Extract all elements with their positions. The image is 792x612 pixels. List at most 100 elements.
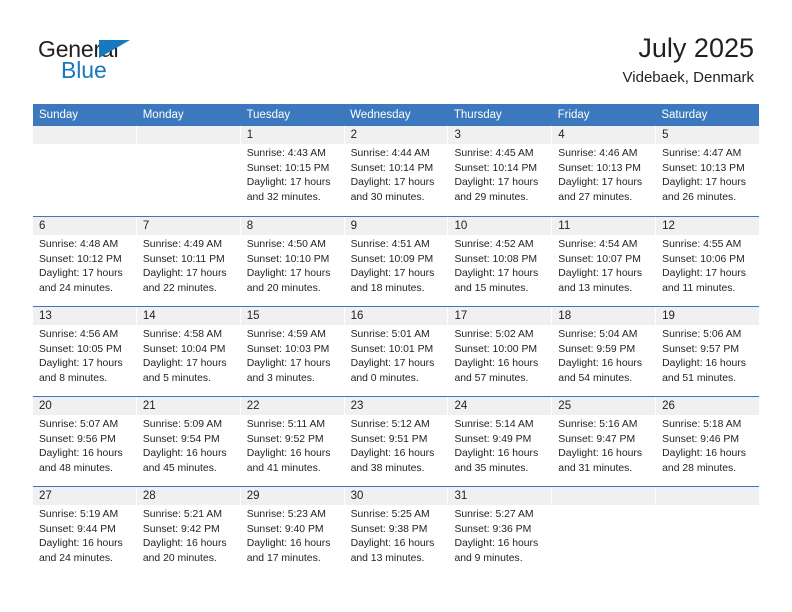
calendar-day-cell[interactable]: 21 Sunrise: 5:09 AM Sunset: 9:54 PM Dayligh… [135, 397, 240, 486]
day-detail-line: and 15 minutes. [454, 282, 529, 294]
page-header: General Blue July 2025 Videbaek, Denmark [0, 0, 792, 104]
day-number: 28 [136, 487, 240, 505]
day-details: Sunrise: 4:59 AM Sunset: 10:03 PM Daylight… [241, 325, 344, 386]
calendar-day-cell[interactable]: 8 Sunrise: 4:50 AM Sunset: 10:10 PM Dayligh… [239, 217, 344, 306]
day-detail-line: Daylight: 16 hours [662, 358, 746, 370]
day-detail-line: and 51 minutes. [662, 372, 737, 384]
day-details: Sunrise: 5:01 AM Sunset: 10:01 PM Daylight… [345, 325, 448, 386]
day-detail-line: Daylight: 16 hours [454, 538, 539, 550]
calendar-day-cell[interactable]: 26 Sunrise: 5:18 AM Sunset: 9:46 PM Dayligh… [655, 397, 760, 486]
day-detail-line: Daylight: 16 hours [350, 538, 435, 550]
calendar-day-cell[interactable]: 30 Sunrise: 5:25 AM Sunset: 9:38 PM Dayligh… [343, 487, 448, 576]
day-number: 8 [240, 217, 344, 235]
weekday-header-thursday: Thursday [453, 109, 502, 121]
day-detail-line: Sunset: 9:44 PM [39, 523, 116, 535]
day-number: 29 [240, 487, 344, 505]
day-detail-line: Sunrise: 4:48 AM [39, 239, 119, 250]
calendar-day-cell[interactable]: 7 Sunrise: 4:49 AM Sunset: 10:11 PM Dayligh… [135, 217, 240, 306]
day-details: Sunrise: 4:49 AM Sunset: 10:11 PM Daylight… [137, 235, 240, 296]
calendar-day-cell[interactable]: 16 Sunrise: 5:01 AM Sunset: 10:01 PM Daylig… [343, 307, 448, 396]
day-number: 12 [656, 217, 760, 235]
day-detail-line: and 28 minutes. [662, 462, 737, 474]
day-details: Sunrise: 5:23 AM Sunset: 9:40 PM Daylight:… [241, 505, 344, 566]
logo-text-blue: Blue [61, 57, 107, 83]
day-details: Sunrise: 4:48 AM Sunset: 10:12 PM Daylight… [33, 235, 136, 296]
day-detail-line: Sunrise: 5:19 AM [39, 509, 119, 520]
day-details: Sunrise: 5:18 AM Sunset: 9:46 PM Daylight:… [656, 415, 759, 476]
day-detail-line: and 0 minutes. [350, 372, 419, 384]
calendar-day-cell[interactable]: 14 Sunrise: 4:58 AM Sunset: 10:04 PM Daylig… [135, 307, 240, 396]
day-number: 30 [344, 487, 448, 505]
day-detail-line: Sunset: 9:47 PM [558, 433, 636, 445]
day-number: 23 [344, 397, 448, 415]
calendar-day-cell[interactable]: 10 Sunrise: 4:52 AM Sunset: 10:08 PM Daylig… [447, 217, 552, 306]
day-detail-line: Sunrise: 5:21 AM [142, 509, 222, 520]
calendar-week-row: 1 Sunrise: 4:43 AM Sunset: 10:15 PM Dayligh… [33, 126, 760, 216]
calendar-day-cell[interactable]: 24 Sunrise: 5:14 AM Sunset: 9:49 PM Dayligh… [447, 397, 552, 486]
day-detail-line: Daylight: 17 hours [142, 268, 227, 280]
calendar-day-cell[interactable]: 4 Sunrise: 4:46 AM Sunset: 10:13 PM Dayligh… [551, 126, 656, 216]
day-detail-line: Daylight: 17 hours [454, 177, 539, 189]
calendar-day-cell[interactable]: 23 Sunrise: 5:12 AM Sunset: 9:51 PM Dayligh… [343, 397, 448, 486]
day-number: 27 [33, 487, 136, 505]
day-details: Sunrise: 4:46 AM Sunset: 10:13 PM Daylight… [552, 144, 655, 205]
calendar-day-cell[interactable]: 11 Sunrise: 4:54 AM Sunset: 10:07 PM Daylig… [551, 217, 656, 306]
page-title: July 2025 [638, 33, 754, 63]
general-blue-logo[interactable]: General Blue [38, 36, 238, 92]
day-detail-line: and 20 minutes. [246, 282, 321, 294]
calendar-day-cell[interactable]: 20 Sunrise: 5:07 AM Sunset: 9:56 PM Dayligh… [33, 397, 136, 486]
day-detail-line: Daylight: 17 hours [39, 358, 123, 370]
day-detail-line: Daylight: 17 hours [454, 268, 539, 280]
calendar-day-cell[interactable]: 2 Sunrise: 4:44 AM Sunset: 10:14 PM Dayligh… [343, 126, 448, 216]
calendar-day-cell[interactable]: 25 Sunrise: 5:16 AM Sunset: 9:47 PM Dayligh… [551, 397, 656, 486]
day-details: Sunrise: 4:55 AM Sunset: 10:06 PM Daylight… [656, 235, 759, 296]
day-detail-line: Daylight: 16 hours [39, 538, 123, 550]
day-details: Sunrise: 4:47 AM Sunset: 10:13 PM Daylight… [656, 144, 759, 205]
day-detail-line: and 24 minutes. [39, 552, 113, 564]
day-detail-line: Sunset: 10:11 PM [142, 253, 225, 265]
day-detail-line: Sunrise: 5:16 AM [558, 419, 638, 430]
day-detail-line: and 54 minutes. [558, 372, 633, 384]
calendar-day-cell[interactable]: 5 Sunrise: 4:47 AM Sunset: 10:13 PM Dayligh… [655, 126, 760, 216]
calendar-day-cell[interactable]: 15 Sunrise: 4:59 AM Sunset: 10:03 PM Daylig… [239, 307, 344, 396]
calendar-day-cell[interactable]: 9 Sunrise: 4:51 AM Sunset: 10:09 PM Dayligh… [343, 217, 448, 306]
calendar-day-cell[interactable]: 22 Sunrise: 5:11 AM Sunset: 9:52 PM Dayligh… [239, 397, 344, 486]
calendar-day-cell[interactable]: 17 Sunrise: 5:02 AM Sunset: 10:00 PM Daylig… [447, 307, 552, 396]
day-detail-line: Daylight: 17 hours [350, 177, 435, 189]
day-detail-line: and 35 minutes. [454, 462, 529, 474]
day-detail-line: Sunrise: 5:12 AM [350, 419, 430, 430]
day-detail-line: and 45 minutes. [142, 462, 217, 474]
day-detail-line: Sunset: 10:10 PM [246, 253, 330, 265]
day-details: Sunrise: 5:21 AM Sunset: 9:42 PM Daylight:… [137, 505, 240, 566]
day-details: Sunrise: 5:12 AM Sunset: 9:51 PM Daylight:… [345, 415, 448, 476]
day-detail-line: and 17 minutes. [246, 552, 321, 564]
day-number: 5 [656, 126, 760, 144]
day-detail-line: Daylight: 16 hours [246, 448, 331, 460]
calendar-day-cell[interactable]: 1 Sunrise: 4:43 AM Sunset: 10:15 PM Dayligh… [239, 126, 344, 216]
day-detail-line: Sunset: 10:13 PM [558, 162, 641, 174]
calendar-day-cell-empty [33, 126, 136, 216]
day-detail-line: Sunset: 9:36 PM [454, 523, 532, 535]
calendar-day-cell[interactable]: 31 Sunrise: 5:27 AM Sunset: 9:36 PM Dayligh… [447, 487, 552, 576]
day-detail-line: Sunset: 10:05 PM [39, 343, 122, 355]
calendar-day-cell[interactable]: 12 Sunrise: 4:55 AM Sunset: 10:06 PM Daylig… [655, 217, 760, 306]
day-detail-line: Daylight: 16 hours [454, 448, 539, 460]
calendar-day-cell[interactable]: 3 Sunrise: 4:45 AM Sunset: 10:14 PM Dayligh… [447, 126, 552, 216]
day-detail-line: Daylight: 16 hours [662, 448, 746, 460]
calendar-day-cell[interactable]: 19 Sunrise: 5:06 AM Sunset: 9:57 PM Dayligh… [655, 307, 760, 396]
day-detail-line: Sunrise: 4:47 AM [662, 148, 742, 159]
calendar-day-cell[interactable]: 6 Sunrise: 4:48 AM Sunset: 10:12 PM Dayligh… [33, 217, 136, 306]
calendar-day-cell[interactable]: 13 Sunrise: 4:56 AM Sunset: 10:05 PM Daylig… [33, 307, 136, 396]
weekday-header-tuesday: Tuesday [246, 109, 291, 121]
calendar-day-cell[interactable]: 28 Sunrise: 5:21 AM Sunset: 9:42 PM Dayligh… [135, 487, 240, 576]
calendar-week-row: 27 Sunrise: 5:19 AM Sunset: 9:44 PM Dayligh… [33, 486, 760, 576]
day-detail-line: Sunset: 9:57 PM [662, 343, 739, 355]
day-details: Sunrise: 5:27 AM Sunset: 9:36 PM Daylight:… [448, 505, 551, 566]
calendar-day-cell[interactable]: 18 Sunrise: 5:04 AM Sunset: 9:59 PM Dayligh… [551, 307, 656, 396]
calendar-day-cell[interactable]: 29 Sunrise: 5:23 AM Sunset: 9:40 PM Dayligh… [239, 487, 344, 576]
day-detail-line: and 27 minutes. [558, 191, 633, 203]
day-details: Sunrise: 5:14 AM Sunset: 9:49 PM Daylight:… [448, 415, 551, 476]
day-detail-line: Daylight: 17 hours [246, 268, 331, 280]
calendar-day-cell[interactable]: 27 Sunrise: 5:19 AM Sunset: 9:44 PM Dayligh… [33, 487, 136, 576]
day-details: Sunrise: 5:25 AM Sunset: 9:38 PM Daylight:… [345, 505, 448, 566]
